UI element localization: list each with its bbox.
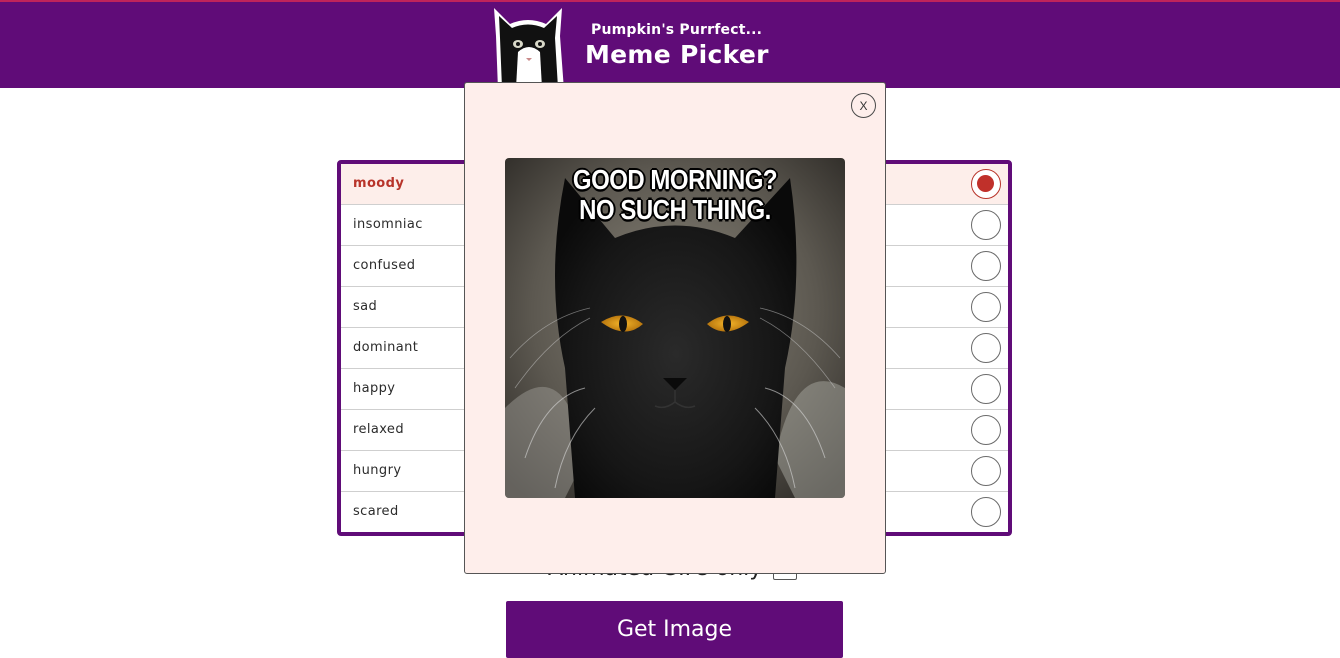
- app-header: Pumpkin's Purrfect... Meme Picker: [0, 0, 1340, 90]
- emotion-radio-scared[interactable]: [971, 497, 1001, 527]
- emotion-label: dominant: [353, 340, 419, 355]
- emotion-label: sad: [353, 299, 378, 314]
- emotion-label: insomniac: [353, 217, 423, 232]
- meme-image: GOOD MORNING? NO SUCH THING.: [505, 158, 845, 498]
- emotion-radio-hungry[interactable]: [971, 456, 1001, 486]
- app-title: Meme Picker: [585, 40, 769, 69]
- emotion-radio-moody[interactable]: [971, 169, 1001, 199]
- app-subtitle: Pumpkin's Purrfect...: [591, 22, 763, 38]
- meme-caption-line1: GOOD MORNING?: [572, 164, 778, 196]
- meme-caption: GOOD MORNING? NO SUCH THING.: [505, 166, 845, 226]
- emotion-label: moody: [353, 176, 405, 191]
- emotion-label: confused: [353, 258, 416, 273]
- emotion-label: relaxed: [353, 422, 404, 437]
- emotion-radio-happy[interactable]: [971, 374, 1001, 404]
- meme-modal: X GOOD MORNING? NO SUCH THING.: [464, 82, 886, 574]
- emotion-radio-confused[interactable]: [971, 251, 1001, 281]
- get-image-button[interactable]: Get Image: [506, 601, 843, 658]
- emotion-radio-sad[interactable]: [971, 292, 1001, 322]
- emotion-label: happy: [353, 381, 396, 396]
- radio-selected-dot: [977, 175, 994, 192]
- emotion-label: hungry: [353, 463, 402, 478]
- emotion-radio-dominant[interactable]: [971, 333, 1001, 363]
- emotion-label: scared: [353, 504, 399, 519]
- cat-logo-icon: [494, 8, 564, 90]
- emotion-radio-relaxed[interactable]: [971, 415, 1001, 445]
- emotion-radio-insomniac[interactable]: [971, 210, 1001, 240]
- meme-caption-line2: NO SUCH THING.: [579, 194, 771, 226]
- close-modal-button[interactable]: X: [851, 93, 876, 118]
